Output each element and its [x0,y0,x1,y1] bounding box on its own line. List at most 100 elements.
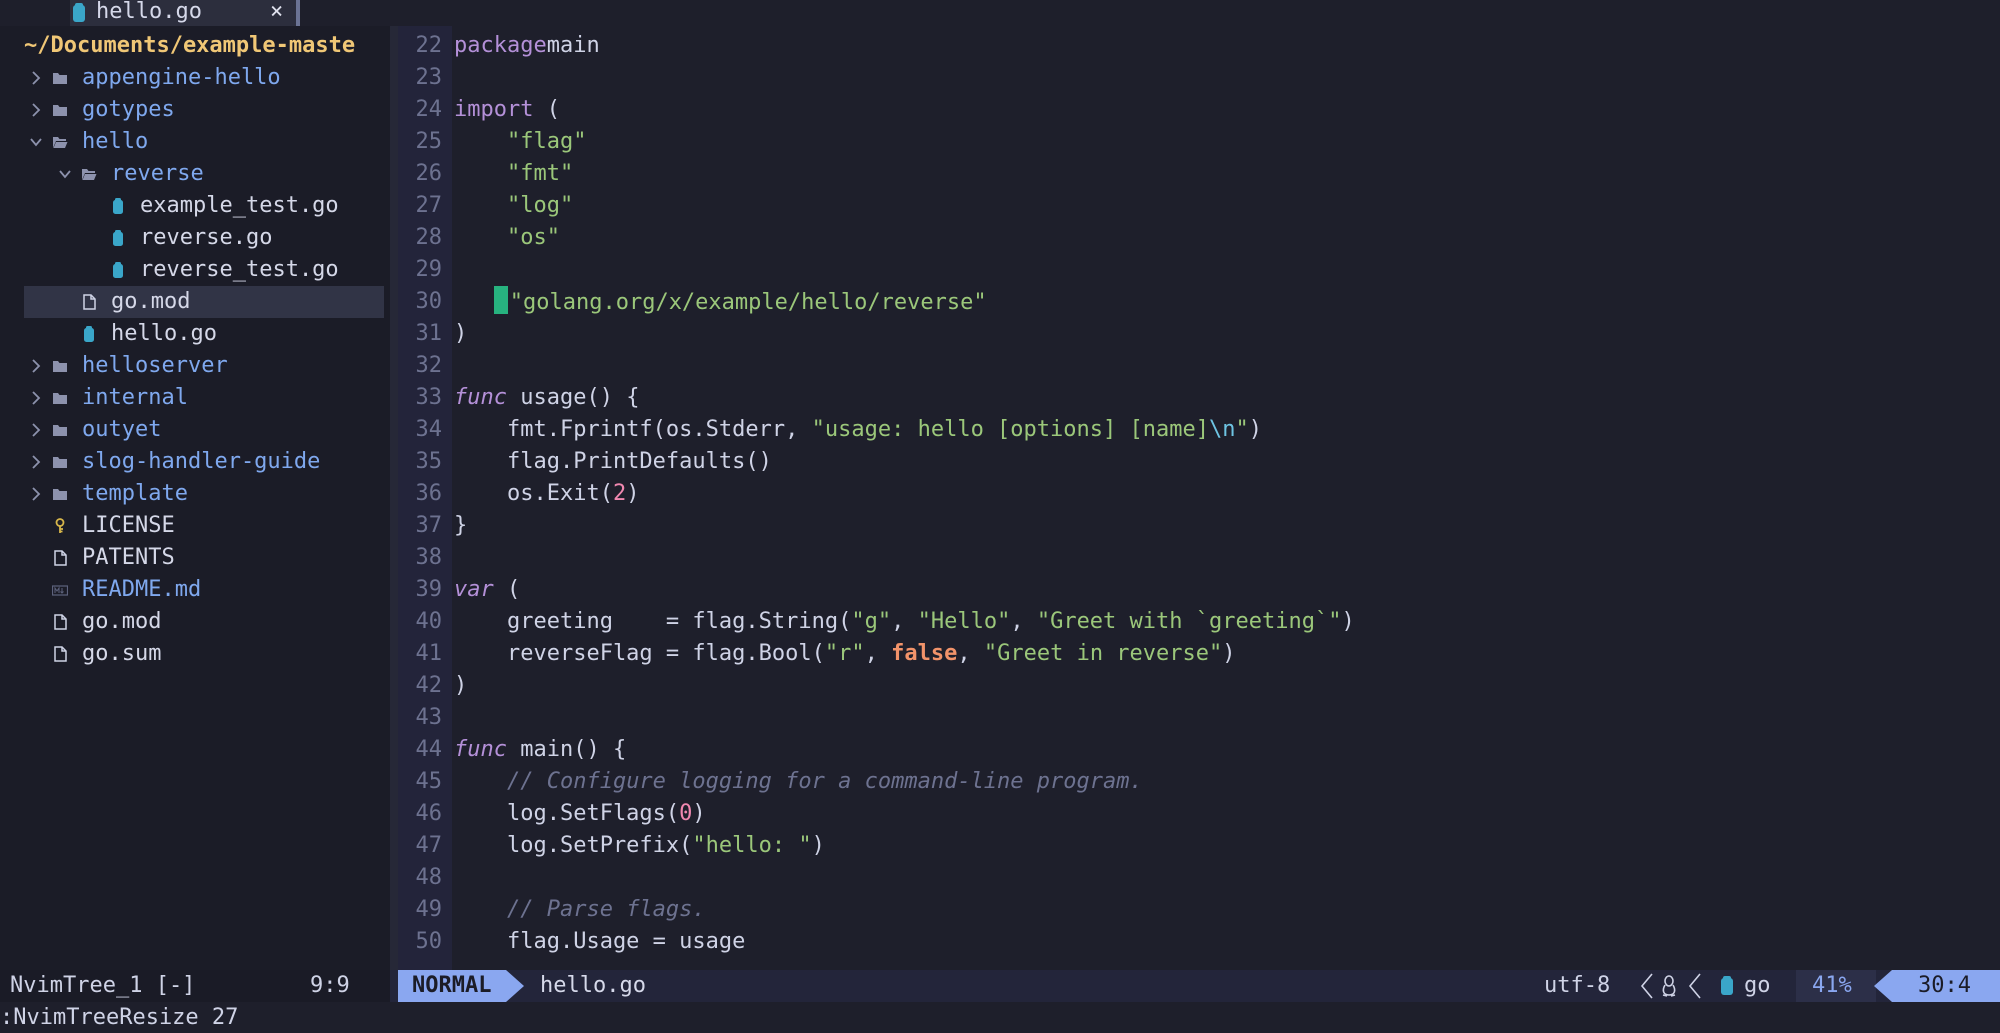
code-token: ) [454,673,468,698]
code-token: log.SetPrefix( [454,833,693,858]
code-token: "fmt" [506,161,574,186]
chevron-down-icon[interactable] [59,167,71,181]
tree-file[interactable]: example_test.go [0,190,390,222]
code-line[interactable]: fmt.Fprintf(os.Stderr, "usage: hello [op… [454,414,1262,446]
file-icon [54,614,67,630]
file-icon [83,294,96,310]
tree-folder[interactable]: slog-handler-guide [0,446,390,478]
tree-item-label: example_test.go [140,193,339,218]
code-token: \n [1208,417,1236,442]
chevron-down-icon[interactable] [30,135,42,149]
tab-hello-go[interactable]: hello.go × [70,0,300,26]
tree-file[interactable]: reverse_test.go [0,254,390,286]
code-token: } [454,513,468,538]
tree-item-label: internal [82,385,188,410]
code-line[interactable]: packagemain [454,30,600,62]
tree-folder[interactable]: appengine-hello [0,62,390,94]
key-icon [55,518,65,533]
code-line[interactable]: flag.Usage = usage [454,926,745,958]
code-line[interactable]: flag.PrintDefaults() [454,446,772,478]
line-number: 23 [415,65,443,90]
folder-open-icon [53,137,68,148]
tree-file[interactable]: go.mod [24,286,384,318]
tree-folder[interactable]: outyet [0,414,390,446]
code-token: func [454,737,507,762]
text-cursor [493,286,508,314]
code-line[interactable]: greeting = flag.String("g", "Hello", "Gr… [454,606,1355,638]
go-file-icon [113,198,123,214]
code-line[interactable]: "fmt" [454,158,573,190]
code-token: "hello: " [692,833,812,858]
code-line[interactable]: ) [454,318,467,350]
code-line[interactable]: func main() { [454,734,626,766]
tree-item-label: go.sum [82,641,162,666]
line-number: 43 [415,705,443,730]
code-token: , [957,641,984,666]
window-divider[interactable] [390,26,398,970]
code-line[interactable]: // Configure logging for a command-line … [454,766,1143,798]
tab-close-icon[interactable]: × [270,0,283,25]
tree-status: NvimTree_1 [-] 9:9 [0,970,390,1002]
tree-folder[interactable]: reverse [0,158,390,190]
code-line[interactable]: "golang.org/x/example/hello/reverse" [454,286,987,318]
code-token: package [454,33,547,58]
tree-folder[interactable]: helloserver [0,350,390,382]
code-token: , [1010,609,1037,634]
code-line[interactable]: ) [454,670,467,702]
tree-file[interactable]: README.md [0,574,390,606]
code-token: log.SetFlags( [454,801,680,826]
code-line[interactable]: } [454,510,467,542]
tree-file[interactable]: LICENSE [0,510,390,542]
tree-file[interactable]: PATENTS [0,542,390,574]
code-token: "Greet with `greeting`" [1036,609,1342,634]
command-line[interactable]: :NvimTreeResize 27 [0,1002,2000,1033]
chevron-right-icon[interactable] [30,359,42,373]
chevron-right-icon[interactable] [30,103,42,117]
code-token: "g" [851,609,892,634]
tree-item-label: go.mod [111,289,191,314]
line-number: 49 [415,897,443,922]
chevron-right-icon[interactable] [30,423,42,437]
mode-indicator: NORMAL [398,970,506,1002]
code-token: ) [454,321,468,346]
code-line[interactable]: reverseFlag = flag.Bool("r", false, "Gre… [454,638,1236,670]
code-line[interactable]: os.Exit(2) [454,478,639,510]
chevron-right-icon[interactable] [30,391,42,405]
go-file-icon [73,3,85,22]
code-line[interactable]: "log" [454,190,573,222]
code-token: main() { [506,737,627,762]
tree-item-label: hello [82,129,149,154]
folder-icon [53,425,67,436]
code-line[interactable]: log.SetPrefix("hello: ") [454,830,825,862]
code-editor[interactable]: packagemain import ( "flag" "fmt" "log" "… [452,26,2000,970]
code-line[interactable]: import ( [454,94,560,126]
tree-file[interactable]: go.mod [0,606,390,638]
tree-item-label: go.mod [82,609,162,634]
tree-folder[interactable]: gotypes [0,94,390,126]
code-line[interactable]: "os" [454,222,560,254]
tree-file[interactable]: go.sum [0,638,390,670]
code-token: ) [1248,417,1262,442]
line-number: 26 [415,161,443,186]
tree-root-path[interactable]: ~/Documents/example-maste [24,30,355,62]
tree-file[interactable]: hello.go [0,318,390,350]
code-line[interactable]: var ( [454,574,520,606]
tree-folder[interactable]: internal [0,382,390,414]
chevron-right-icon[interactable] [30,71,42,85]
chevron-right-icon[interactable] [30,487,42,501]
code-line[interactable]: log.SetFlags(0) [454,798,706,830]
line-number-gutter: 22 23 24 25 26 27 28 29 30 31 32 33 34 35 36 37 38 39 40 41… [398,26,452,970]
line-number: 37 [415,513,443,538]
tree-folder[interactable]: hello [0,126,390,158]
line-number: 25 [415,129,443,154]
tree-item-label: README.md [82,577,202,602]
tree-folder[interactable]: template [0,478,390,510]
code-line[interactable]: func usage() { [454,382,639,414]
code-line[interactable]: // Parse flags. [454,894,706,926]
chevron-right-icon[interactable] [30,455,42,469]
tree-file[interactable]: reverse.go [0,222,390,254]
code-line[interactable]: "flag" [454,126,586,158]
